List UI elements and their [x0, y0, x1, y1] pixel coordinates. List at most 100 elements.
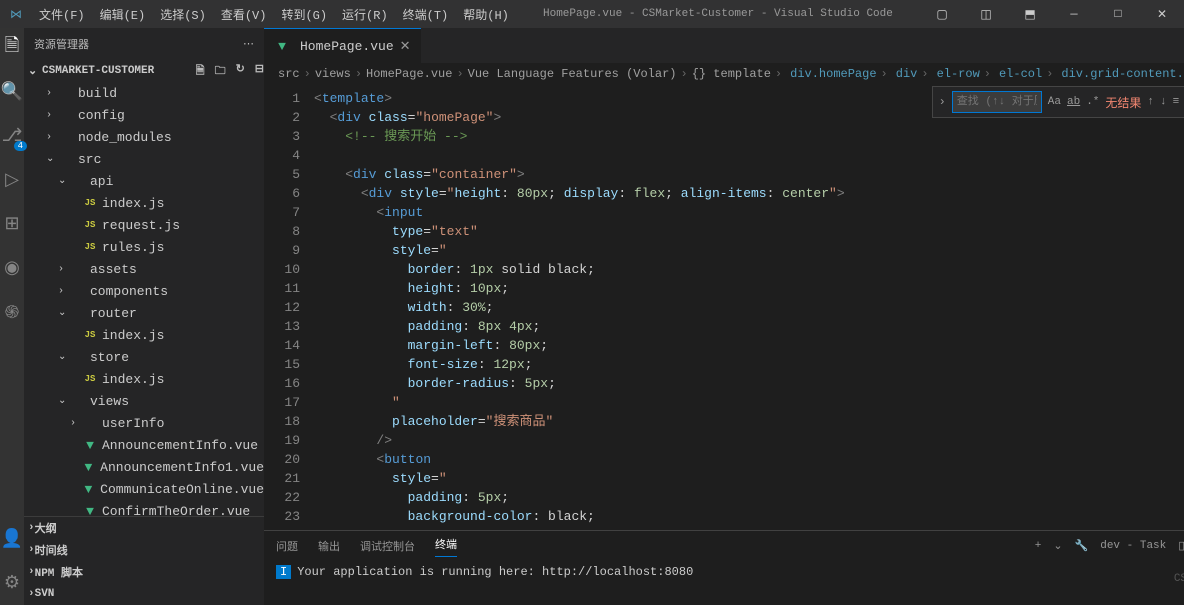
menu-item[interactable]: 选择(S) — [153, 2, 213, 27]
find-widget: › Aa ab .* 无结果 ↑ ↓ ≡ ✕ — [932, 86, 1184, 118]
terminal-output[interactable]: IYour application is running here: http:… — [264, 561, 1184, 605]
layout-icon[interactable]: ⬒ — [1008, 7, 1052, 22]
file-item[interactable]: JSrequest.js — [24, 214, 264, 236]
breadcrumb-item[interactable]: HomePage.vue — [366, 67, 452, 81]
debug-icon[interactable]: ▷ — [0, 168, 24, 192]
more-icon[interactable]: ⋯ — [243, 37, 254, 51]
folder-item[interactable]: ›assets — [24, 258, 264, 280]
refresh-icon[interactable]: ↻ — [236, 62, 245, 81]
close-icon[interactable]: ✕ — [1140, 7, 1184, 22]
breadcrumb-item[interactable]: div.grid-content.bg-purple — [1061, 67, 1184, 81]
split-icon[interactable]: ◫ — [1178, 539, 1184, 553]
new-file-icon[interactable]: 🗎 — [196, 62, 205, 81]
code-content[interactable]: <template> <div class="homePage"> <!-- 搜… — [314, 85, 1184, 530]
editor: ▼ HomePage.vue ✕ ↺ ◫ ⋯ src›views›HomePag… — [264, 28, 1184, 605]
folder-item[interactable]: ⌄api — [24, 170, 264, 192]
find-result: 无结果 — [1105, 94, 1141, 111]
folder-item[interactable]: ›node_modules — [24, 126, 264, 148]
match-case-icon[interactable]: Aa — [1048, 96, 1061, 108]
file-item[interactable]: ▼ConfirmTheOrder.vue — [24, 500, 264, 516]
whole-word-icon[interactable]: ab — [1067, 96, 1080, 108]
breadcrumb-item[interactable]: div.homePage — [790, 67, 876, 81]
menu-item[interactable]: 帮助(H) — [456, 2, 516, 27]
scm-icon[interactable]: ⎇4 — [0, 124, 24, 148]
file-item[interactable]: JSrules.js — [24, 236, 264, 258]
extensions-icon[interactable]: ⊞ — [0, 212, 24, 236]
copilot-icon[interactable]: ֍ — [0, 300, 24, 324]
panel-header[interactable]: › SVN — [24, 583, 264, 605]
layout-icon[interactable]: ◫ — [964, 7, 1008, 22]
explorer-title: 资源管理器 — [34, 36, 89, 52]
folder-item[interactable]: ›config — [24, 104, 264, 126]
file-item[interactable]: JSindex.js — [24, 324, 264, 346]
terminal-panel: 问题输出调试控制台终端+⌄🔧dev - Task◫🗑⋯˄✕ IYour appl… — [264, 530, 1184, 605]
settings-icon[interactable]: ⚙ — [0, 571, 24, 595]
activity-bar: 🗎 🔍 ⎇4 ▷ ⊞ ◉ ֍ 👤 ⚙ — [0, 28, 24, 605]
panel-header[interactable]: › 大纲 — [24, 517, 264, 539]
panel-header[interactable]: › NPM 脚本 — [24, 561, 264, 583]
explorer-icon[interactable]: 🗎 — [0, 36, 24, 60]
breadcrumb-item[interactable]: el-col — [999, 67, 1042, 81]
wrench-icon[interactable]: 🔧 — [1075, 539, 1089, 553]
file-tree: ›build›config›node_modules⌄src⌄apiJSinde… — [24, 82, 264, 516]
collapse-icon[interactable]: ⊟ — [255, 62, 264, 81]
file-item[interactable]: ▼CommunicateOnline.vue — [24, 478, 264, 500]
new-folder-icon[interactable]: 🗀 — [215, 62, 226, 81]
tab-bar: ▼ HomePage.vue ✕ ↺ ◫ ⋯ — [264, 28, 1184, 63]
file-item[interactable]: ▼AnnouncementInfo1.vue — [24, 456, 264, 478]
maximize-icon[interactable]: □ — [1096, 7, 1140, 22]
breadcrumb-item[interactable]: div — [896, 67, 918, 81]
regex-icon[interactable]: .* — [1086, 96, 1099, 108]
vue-icon: ▼ — [274, 39, 290, 54]
panel-header[interactable]: › 时间线 — [24, 539, 264, 561]
next-icon[interactable]: ↓ — [1160, 96, 1167, 108]
terminal-tab[interactable]: 终端 — [435, 536, 457, 557]
minimize-icon[interactable]: — — [1052, 7, 1096, 22]
menu-item[interactable]: 查看(V) — [214, 2, 274, 27]
menu-item[interactable]: 运行(R) — [335, 2, 395, 27]
menu-bar: 文件(F)编辑(E)选择(S)查看(V)转到(G)运行(R)终端(T)帮助(H) — [32, 2, 516, 27]
find-input[interactable] — [952, 91, 1042, 113]
folder-item[interactable]: ⌄store — [24, 346, 264, 368]
breadcrumb-item[interactable]: {} template — [692, 67, 771, 81]
line-numbers: 1234567891011121314151617181920212223 — [264, 85, 314, 530]
project-header[interactable]: ⌄ CSMARKET-CUSTOMER 🗎 🗀 ↻ ⊟ — [24, 60, 264, 82]
task-icon[interactable]: dev - Task — [1100, 540, 1166, 552]
menu-item[interactable]: 转到(G) — [274, 2, 334, 27]
prev-icon[interactable]: ↑ — [1147, 96, 1154, 108]
terminal-tab[interactable]: 输出 — [318, 538, 340, 554]
breadcrumb-item[interactable]: el-row — [937, 67, 980, 81]
menu-item[interactable]: 编辑(E) — [93, 2, 153, 27]
expand-icon[interactable]: › — [939, 95, 946, 109]
tab-homepage[interactable]: ▼ HomePage.vue ✕ — [264, 28, 421, 63]
folder-item[interactable]: ⌄router — [24, 302, 264, 324]
breadcrumb-item[interactable]: Vue Language Features (Volar) — [468, 67, 677, 81]
file-item[interactable]: ▼AnnouncementInfo.vue — [24, 434, 264, 456]
terminal-tab[interactable]: 问题 — [276, 538, 298, 554]
layout-icon[interactable]: ▢ — [920, 7, 964, 22]
folder-item[interactable]: ›components — [24, 280, 264, 302]
menu-item[interactable]: 终端(T) — [396, 2, 456, 27]
folder-item[interactable]: ›userInfo — [24, 412, 264, 434]
drop-icon[interactable]: ⌄ — [1053, 539, 1062, 553]
breadcrumb-item[interactable]: views — [315, 67, 351, 81]
folder-item[interactable]: ›build — [24, 82, 264, 104]
search-icon[interactable]: 🔍 — [0, 80, 24, 104]
breadcrumb[interactable]: src›views›HomePage.vue›Vue Language Feat… — [264, 63, 1184, 85]
edge-icon[interactable]: ◉ — [0, 256, 24, 280]
account-icon[interactable]: 👤 — [0, 527, 24, 551]
add-icon[interactable]: + — [1035, 540, 1042, 552]
vscode-icon: ⋈ — [0, 7, 32, 22]
terminal-tab[interactable]: 调试控制台 — [360, 538, 415, 554]
selection-icon[interactable]: ≡ — [1173, 96, 1180, 108]
watermark: CSDN @Mr. Aholic — [1174, 573, 1184, 585]
close-tab-icon[interactable]: ✕ — [400, 39, 411, 54]
folder-item[interactable]: ⌄src — [24, 148, 264, 170]
breadcrumb-item[interactable]: src — [278, 67, 300, 81]
window-title: HomePage.vue - CSMarket-Customer - Visua… — [516, 8, 920, 20]
menu-item[interactable]: 文件(F) — [32, 2, 92, 27]
file-item[interactable]: JSindex.js — [24, 192, 264, 214]
file-item[interactable]: JSindex.js — [24, 368, 264, 390]
explorer-sidebar: 资源管理器 ⋯ ⌄ CSMARKET-CUSTOMER 🗎 🗀 ↻ ⊟ ›bui… — [24, 28, 264, 605]
folder-item[interactable]: ⌄views — [24, 390, 264, 412]
